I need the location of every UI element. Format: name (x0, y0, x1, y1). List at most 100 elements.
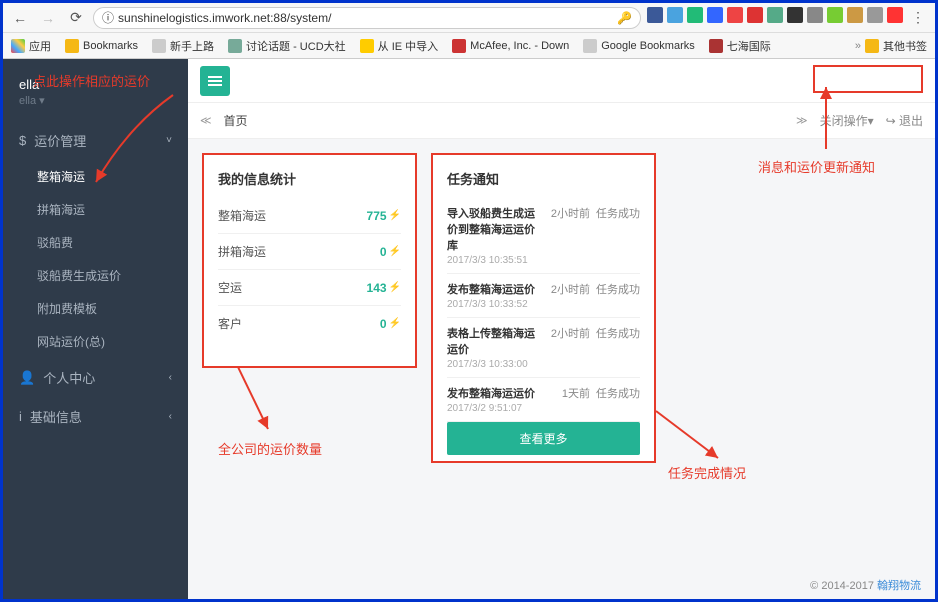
ext-icon[interactable] (807, 7, 823, 23)
task-item: 发布整箱海运运价 2小时前任务成功 2017/3/3 10:33:52 (447, 274, 640, 318)
address-bar[interactable]: ⓘ sunshinelogistics.imwork.net:88/system… (93, 7, 641, 29)
stat-label: 整箱海运 (218, 207, 266, 224)
user-icon: 👤 (19, 370, 35, 386)
sidebar-item[interactable]: 驳船费 (3, 226, 188, 259)
ext-icon[interactable] (847, 7, 863, 23)
stat-row: 整箱海运 775⚡ (218, 198, 401, 234)
logout-link[interactable]: ↪ 退出 (886, 112, 923, 129)
content-area: ≪ 首页 ≫ 关闭操作▾ ↪ 退出 我的信息统计 整箱海运775⚡拼箱海运0⚡空… (188, 59, 935, 599)
stat-label: 客户 (218, 315, 242, 332)
chevron-down-icon: ˅ (166, 135, 172, 146)
arrow-3 (648, 403, 738, 473)
sidebar-section-label: 基础信息 (30, 407, 82, 426)
bookmark-icon (65, 39, 79, 53)
info-icon: i (19, 409, 22, 424)
sidebar-item[interactable]: 网站运价(总) (3, 325, 188, 358)
close-ops-dropdown[interactable]: 关闭操作▾ (820, 112, 874, 129)
annotation-text-2: 全公司的运价数量 (218, 439, 322, 458)
task-status: 任务成功 (596, 281, 640, 297)
bookmark-item[interactable]: 七海国际 (709, 38, 771, 54)
apps-icon (11, 39, 25, 53)
task-status: 任务成功 (596, 205, 640, 253)
annotation-text-4: 消息和运价更新通知 (758, 157, 875, 176)
ext-icon[interactable] (747, 7, 763, 23)
footer-link[interactable]: 翰翔物流 (877, 580, 921, 592)
task-time: 2小时前 (551, 205, 590, 253)
stat-value: 0⚡ (380, 317, 401, 331)
ext-icon[interactable] (667, 7, 683, 23)
stats-panel: 我的信息统计 整箱海运775⚡拼箱海运0⚡空运143⚡客户0⚡ (202, 153, 417, 368)
task-time: 2小时前 (551, 325, 590, 357)
bookmark-icon (709, 39, 723, 53)
user-dropdown[interactable]: ella ▾ (19, 94, 172, 107)
bookmark-icon (152, 39, 166, 53)
bookmark-item[interactable]: Google Bookmarks (583, 38, 695, 54)
sidebar-section-price[interactable]: $ 运价管理 ˅ (3, 121, 188, 160)
sidebar-item[interactable]: 附加费模板 (3, 292, 188, 325)
sidebar-section-basic[interactable]: i 基础信息 ‹ (3, 397, 188, 436)
task-date: 2017/3/3 10:33:52 (447, 299, 640, 310)
extensions-area: ⋮ (647, 7, 929, 29)
user-name: ella (19, 77, 172, 92)
tab-scroll-right[interactable]: ≫ (796, 114, 808, 127)
back-button[interactable]: ← (9, 7, 31, 29)
ext-icon[interactable] (867, 7, 883, 23)
task-title: 发布整箱海运运价 (447, 385, 556, 401)
sidebar: ella ella ▾ $ 运价管理 ˅ 整箱海运拼箱海运驳船费驳船费生成运价附… (3, 59, 188, 599)
annotation-box-notifications (813, 65, 923, 93)
ext-icon[interactable] (787, 7, 803, 23)
bookmark-item[interactable]: 新手上路 (152, 38, 214, 54)
browser-toolbar: ← → ⟳ ⓘ sunshinelogistics.imwork.net:88/… (3, 3, 935, 33)
bookmark-icon (228, 39, 242, 53)
ext-icon[interactable] (687, 7, 703, 23)
footer: © 2014-2017 翰翔物流 (810, 577, 921, 593)
bookmark-list: Bookmarks 新手上路讨论话题 - UCD大社从 IE 中导入 McAfee,… (65, 38, 771, 54)
task-date: 2017/3/3 10:33:00 (447, 359, 640, 370)
sidebar-item[interactable]: 拼箱海运 (3, 193, 188, 226)
tab-home[interactable]: 首页 (224, 112, 248, 129)
url-text: sunshinelogistics.imwork.net:88/system/ (118, 11, 331, 25)
tab-scroll-left[interactable]: ≪ (200, 114, 212, 127)
sidebar-item[interactable]: 驳船费生成运价 (3, 259, 188, 292)
task-item: 导入驳船费生成运价到整箱海运运价库2小时前任务成功 2017/3/3 10:35:… (447, 198, 640, 274)
task-title: 表格上传整箱海运运价 (447, 325, 545, 357)
forward-button[interactable]: → (37, 7, 59, 29)
ext-icon[interactable] (887, 7, 903, 23)
sidebar-section-personal[interactable]: 👤 个人中心 ‹ (3, 358, 188, 397)
stats-title: 我的信息统计 (218, 169, 401, 188)
ext-icon[interactable] (827, 7, 843, 23)
chevron-left-icon: ‹ (169, 372, 172, 383)
stat-label: 空运 (218, 279, 242, 296)
task-title: 发布整箱海运运价 (447, 281, 545, 297)
stat-value: 143⚡ (367, 281, 401, 295)
tab-bar: ≪ 首页 ≫ 关闭操作▾ ↪ 退出 (188, 103, 935, 139)
bookmark-icon (360, 39, 374, 53)
info-icon: ⓘ (102, 9, 114, 26)
apps-shortcut[interactable]: 应用 (11, 38, 51, 54)
view-more-button[interactable]: 查看更多 (447, 422, 640, 455)
folder-icon (865, 39, 879, 53)
ext-icon[interactable] (727, 7, 743, 23)
bookmark-item[interactable]: McAfee, Inc. - Down (452, 38, 569, 54)
stat-value: 0⚡ (380, 245, 401, 259)
reload-button[interactable]: ⟳ (65, 7, 87, 29)
ext-icon[interactable] (707, 7, 723, 23)
browser-menu-icon[interactable]: ⋮ (907, 7, 929, 29)
key-icon[interactable]: 🔑 (617, 11, 632, 25)
stat-value: 775⚡ (367, 209, 401, 223)
sidebar-item[interactable]: 整箱海运 (3, 160, 188, 193)
chevron-left-icon: ‹ (169, 411, 172, 422)
other-bookmarks[interactable]: » 其他书签 (855, 38, 927, 54)
bookmark-item[interactable]: 讨论话题 - UCD大社 (228, 38, 346, 54)
menu-toggle-button[interactable] (200, 66, 230, 96)
task-status: 任务成功 (596, 385, 640, 401)
task-time: 2小时前 (551, 281, 590, 297)
bookmark-item[interactable]: 从 IE 中导入 (360, 38, 439, 54)
bookmark-item[interactable]: Bookmarks (65, 38, 138, 54)
ext-icon[interactable] (767, 7, 783, 23)
task-date: 2017/3/3 10:35:51 (447, 255, 640, 266)
bookmark-icon (452, 39, 466, 53)
ext-icon[interactable] (647, 7, 663, 23)
task-item: 发布整箱海运运价1天前任务成功2017/3/2 9:51:07 (447, 378, 640, 422)
task-title: 导入驳船费生成运价到整箱海运运价库 (447, 205, 545, 253)
